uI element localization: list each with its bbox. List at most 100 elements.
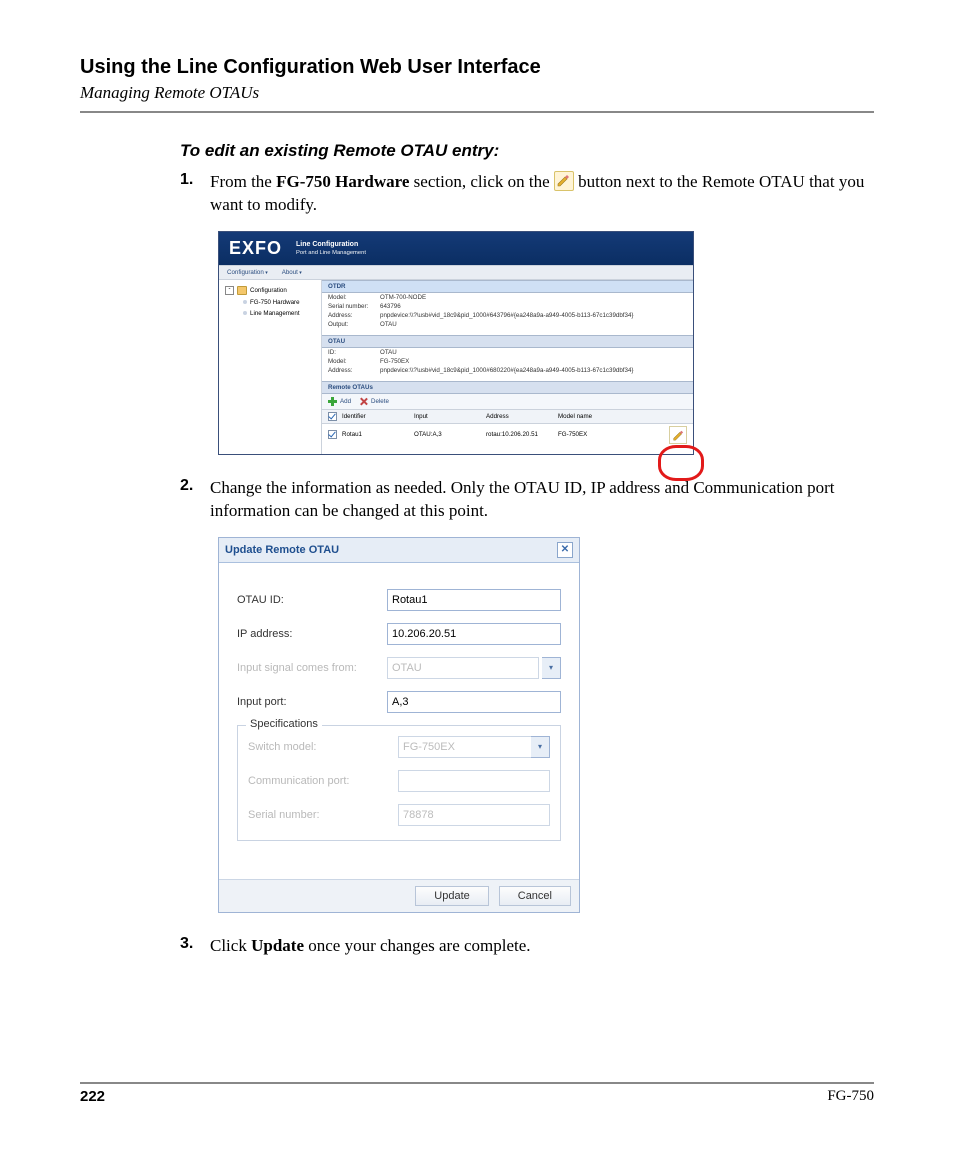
comm-port-input[interactable] [398, 770, 550, 792]
value: 643796 [380, 303, 687, 310]
rule [80, 1082, 874, 1084]
section-title: Managing Remote OTAUs [80, 83, 874, 103]
label-otau-id: OTAU ID: [237, 594, 387, 606]
input-signal-select [387, 657, 539, 679]
remote-otaus-toolbar: Add Delete [322, 394, 693, 410]
sub-heading: To edit an existing Remote OTAU entry: [80, 141, 874, 161]
label-switch-model: Switch model: [248, 741, 398, 753]
plus-icon [328, 397, 337, 406]
col-input[interactable]: Input [414, 412, 486, 421]
otau-id-input[interactable] [387, 589, 561, 611]
nav-label: Configuration [250, 287, 287, 294]
delete-button[interactable]: Delete [359, 397, 389, 406]
col-identifier[interactable]: Identifier [342, 412, 414, 421]
button-label: Add [340, 398, 351, 405]
button-label: Delete [371, 398, 389, 405]
cell-model: FG-750EX [558, 426, 624, 444]
ip-address-input[interactable] [387, 623, 561, 645]
specifications-fieldset: Specifications Switch model: ▾ Communica… [237, 725, 561, 841]
label-serial-number: Serial number: [248, 809, 398, 821]
edit-button[interactable] [669, 426, 687, 444]
close-icon: ✕ [561, 544, 569, 555]
nav-fg750-hardware[interactable]: FG-750 Hardware [219, 297, 321, 308]
bold-text: FG-750 Hardware [276, 172, 409, 191]
nav-line-management[interactable]: Line Management [219, 308, 321, 319]
app-title: Line Configuration [296, 241, 366, 248]
value: pnpdevice:\\?\usb#vid_18c9&pid_1000#6437… [380, 312, 687, 319]
dialog-footer: Update Cancel [219, 879, 579, 912]
step-3: 3. Click Update once your changes are co… [80, 935, 874, 958]
panel-heading-remote-otaus: Remote OTAUs [322, 381, 693, 394]
app-header: EXFO Line Configuration Port and Line Ma… [219, 232, 693, 265]
value: OTAU [380, 349, 687, 356]
label: ID: [328, 349, 380, 356]
cell-identifier: Rotau1 [342, 426, 414, 444]
main-panel: OTDR Model:OTM-700-NODE Serial number:64… [322, 280, 693, 454]
label: Address: [328, 312, 380, 319]
cell-address: rotau:10.206.20.51 [486, 426, 558, 444]
text: section, click on the [409, 172, 553, 191]
chevron-down-icon[interactable]: ▾ [542, 657, 561, 679]
step-1: 1. From the FG-750 Hardware section, cli… [80, 171, 874, 217]
checkbox[interactable] [328, 412, 337, 421]
node-icon [243, 311, 247, 315]
cancel-button[interactable]: Cancel [499, 886, 571, 906]
label-input-port: Input port: [237, 696, 387, 708]
value: pnpdevice:\\?\usb#vid_18c9&pid_1000#6802… [380, 367, 687, 374]
app-subtitle: Port and Line Management [296, 250, 366, 256]
dialog-title: Update Remote OTAU [225, 544, 339, 556]
product-name: FG-750 [827, 1088, 874, 1105]
label-ip-address: IP address: [237, 628, 387, 640]
close-button[interactable]: ✕ [557, 542, 573, 558]
rule [80, 111, 874, 113]
add-button[interactable]: Add [328, 397, 351, 406]
step-number: 2. [180, 477, 210, 523]
text: From the [210, 172, 276, 191]
text: once your changes are complete. [304, 936, 531, 955]
pencil-icon [672, 429, 684, 441]
chapter-title: Using the Line Configuration Web User In… [80, 56, 874, 79]
col-model-name[interactable]: Model name [558, 412, 624, 421]
nav-tree[interactable]: -Configuration FG-750 Hardware Line Mana… [219, 280, 322, 454]
nav-label: Line Management [250, 310, 300, 317]
input-port-input[interactable] [387, 691, 561, 713]
table-row[interactable]: Rotau1 OTAU:A,3 rotau:10.206.20.51 FG-75… [322, 424, 693, 454]
update-button[interactable]: Update [415, 886, 488, 906]
chevron-down-icon[interactable]: ▾ [531, 736, 550, 758]
step-2: 2. Change the information as needed. Onl… [80, 477, 874, 523]
value: OTM-700-NODE [380, 294, 687, 301]
cell-input: OTAU:A,3 [414, 426, 486, 444]
node-icon [243, 300, 247, 304]
page-number: 222 [80, 1088, 105, 1105]
menu-bar[interactable]: Configuration About [219, 265, 693, 280]
value: FG-750EX [380, 358, 687, 365]
col-address[interactable]: Address [486, 412, 558, 421]
menu-configuration[interactable]: Configuration [227, 269, 268, 276]
switch-model-select [398, 736, 550, 758]
label: Model: [328, 294, 380, 301]
bold-text: Update [251, 936, 304, 955]
grid-header: Identifier Input Address Model name [322, 410, 693, 424]
fieldset-legend: Specifications [246, 718, 322, 730]
panel-heading-otau: OTAU [322, 335, 693, 348]
step-body: From the FG-750 Hardware section, click … [210, 171, 874, 217]
step-number: 3. [180, 935, 210, 958]
screenshot-line-configuration: EXFO Line Configuration Port and Line Ma… [218, 231, 874, 455]
label: Address: [328, 367, 380, 374]
label-input-signal: Input signal comes from: [237, 662, 387, 674]
panel-heading-otdr: OTDR [322, 280, 693, 293]
serial-number-input [398, 804, 550, 826]
step-body: Change the information as needed. Only t… [210, 477, 874, 523]
label: Serial number: [328, 303, 380, 310]
folder-icon [237, 286, 247, 295]
checkbox[interactable] [328, 430, 337, 439]
page-footer: 222 FG-750 [80, 1082, 874, 1105]
nav-root[interactable]: -Configuration [219, 284, 321, 297]
manual-page: Using the Line Configuration Web User In… [0, 0, 954, 1159]
step-body: Click Update once your changes are compl… [210, 935, 874, 958]
screenshot-update-dialog: Update Remote OTAU ✕ OTAU ID: IP address… [218, 537, 874, 913]
label: Model: [328, 358, 380, 365]
menu-about[interactable]: About [282, 269, 302, 276]
pencil-icon [554, 171, 574, 191]
label-comm-port: Communication port: [248, 775, 398, 787]
